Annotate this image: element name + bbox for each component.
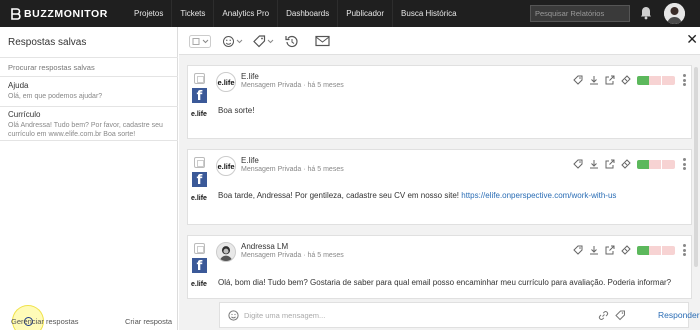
- link-icon[interactable]: [598, 310, 609, 321]
- logo-text: BUZZMONITOR: [24, 7, 108, 20]
- ticket-icon[interactable]: [621, 245, 631, 255]
- tag-icon[interactable]: [615, 310, 626, 321]
- message-input[interactable]: Digite uma mensagem...: [244, 311, 325, 320]
- message-checkbox[interactable]: [194, 243, 205, 254]
- message-meta: Mensagem Privada · há 5 meses: [241, 82, 344, 89]
- more-options-icon[interactable]: [683, 74, 686, 88]
- create-response-link[interactable]: Criar resposta: [125, 317, 172, 326]
- message-card[interactable]: f e.life e.life E.life Mensagem Privada …: [187, 65, 692, 139]
- sentiment-dropdown[interactable]: [222, 34, 244, 48]
- facebook-icon: f: [192, 88, 207, 104]
- author-name[interactable]: E.life: [241, 72, 259, 81]
- more-options-icon[interactable]: [683, 158, 686, 172]
- status-indicator[interactable]: [637, 160, 675, 169]
- close-icon[interactable]: ✕: [686, 31, 698, 48]
- tag-icon[interactable]: [573, 75, 583, 85]
- ticket-icon[interactable]: [621, 75, 631, 85]
- author-name[interactable]: Andressa LM: [241, 242, 288, 251]
- reply-button[interactable]: Responder: [658, 310, 700, 320]
- user-avatar-image: [664, 3, 685, 24]
- manage-responses-link[interactable]: Gerenciar respostas: [11, 317, 79, 326]
- message-composer: Digite uma mensagem... Responder: [219, 302, 700, 328]
- nav-dashboards[interactable]: Dashboards: [277, 0, 337, 27]
- source-brand-logo: e.life: [191, 281, 207, 288]
- external-link-icon[interactable]: [605, 159, 615, 169]
- user-avatar[interactable]: [664, 3, 685, 24]
- download-icon[interactable]: [589, 159, 599, 169]
- saved-response-title: Ajuda: [8, 81, 29, 90]
- message-actions: [573, 75, 631, 85]
- external-link-icon[interactable]: [605, 75, 615, 85]
- download-icon[interactable]: [589, 75, 599, 85]
- tag-icon: [253, 34, 274, 47]
- select-checkbox-icon: [189, 34, 211, 48]
- tag-icon[interactable]: [573, 245, 583, 255]
- author-avatar: [216, 242, 236, 262]
- logo[interactable]: BUZZMONITOR: [0, 0, 126, 27]
- facebook-icon: f: [192, 172, 207, 188]
- history-icon: [285, 35, 298, 47]
- message-card[interactable]: f e.life e.life E.life Mensagem Privada …: [187, 149, 692, 225]
- message-text: Boa sorte!: [218, 106, 255, 115]
- message-text: Boa tarde, Andressa! Por gentileza, cada…: [218, 191, 617, 200]
- undo-button[interactable]: [285, 34, 299, 48]
- ticket-icon[interactable]: [621, 159, 631, 169]
- facebook-icon: f: [192, 258, 207, 274]
- email-button[interactable]: [315, 34, 330, 48]
- message-meta: Mensagem Privada · há 5 meses: [241, 166, 344, 173]
- message-checkbox[interactable]: [194, 157, 205, 168]
- status-indicator[interactable]: [637, 246, 675, 255]
- nav-tickets[interactable]: Tickets: [171, 0, 213, 27]
- author-name[interactable]: E.life: [241, 156, 259, 165]
- message-card[interactable]: f e.life Andressa LM Mensagem Privada · …: [187, 235, 692, 299]
- bell-icon[interactable]: [640, 6, 652, 20]
- saved-responses-panel: Respostas salvas Procurar respostas salv…: [0, 27, 178, 330]
- author-avatar: e.life: [216, 156, 236, 176]
- nav-projetos[interactable]: Projetos: [126, 0, 171, 27]
- message-meta: Mensagem Privada · há 5 meses: [241, 252, 344, 259]
- saved-responses-search-input[interactable]: Procurar respostas salvas: [0, 57, 178, 77]
- smiley-icon: [223, 35, 243, 47]
- nav-analytics-pro[interactable]: Analytics Pro: [213, 0, 277, 27]
- message-text: Olá, bom dia! Tudo bem? Gostaria de sabe…: [218, 278, 672, 287]
- conversation-toolbar: ✕: [179, 27, 700, 55]
- conversation-area: ✕ f e.life e.life E.life Mensagem Privad…: [179, 27, 700, 330]
- tag-dropdown[interactable]: [253, 34, 275, 48]
- envelope-icon: [315, 35, 330, 47]
- nav-publicador[interactable]: Publicador: [337, 0, 392, 27]
- external-link-icon[interactable]: [605, 245, 615, 255]
- report-search-input[interactable]: Pesquisar Relatórios: [530, 5, 630, 22]
- message-actions: [573, 159, 631, 169]
- status-indicator[interactable]: [637, 76, 675, 85]
- source-brand-logo: e.life: [191, 111, 207, 118]
- saved-response-text: Olá, em que podemos ajudar?: [8, 93, 103, 100]
- message-link[interactable]: https://elife.onperspective.com/work-wit…: [461, 191, 616, 200]
- saved-response-item[interactable]: Ajuda Olá, em que podemos ajudar?: [0, 78, 178, 107]
- more-options-icon[interactable]: [683, 244, 686, 258]
- nav-busca-historica[interactable]: Busca Histórica: [392, 0, 465, 27]
- top-navbar: BUZZMONITOR Projetos Tickets Analytics P…: [0, 0, 700, 27]
- panel-title: Respostas salvas: [8, 37, 87, 48]
- select-all-dropdown[interactable]: [189, 34, 211, 48]
- emoji-icon[interactable]: [228, 310, 239, 321]
- author-photo: [217, 243, 235, 261]
- saved-response-text: Olá Andressa! Tudo bem? Por favor, cadas…: [8, 122, 163, 138]
- author-avatar: e.life: [216, 72, 236, 92]
- buzzmonitor-logo-icon: [11, 7, 21, 20]
- saved-response-title: Currículo: [8, 110, 41, 119]
- source-brand-logo: e.life: [191, 195, 207, 202]
- main-nav: Projetos Tickets Analytics Pro Dashboard…: [126, 0, 465, 27]
- scrollbar[interactable]: [694, 67, 698, 267]
- message-checkbox[interactable]: [194, 73, 205, 84]
- message-actions: [573, 245, 631, 255]
- panel-footer: Gerenciar respostas Criar resposta: [0, 317, 178, 330]
- saved-response-item[interactable]: Currículo Olá Andressa! Tudo bem? Por fa…: [0, 107, 178, 141]
- tag-icon[interactable]: [573, 159, 583, 169]
- download-icon[interactable]: [589, 245, 599, 255]
